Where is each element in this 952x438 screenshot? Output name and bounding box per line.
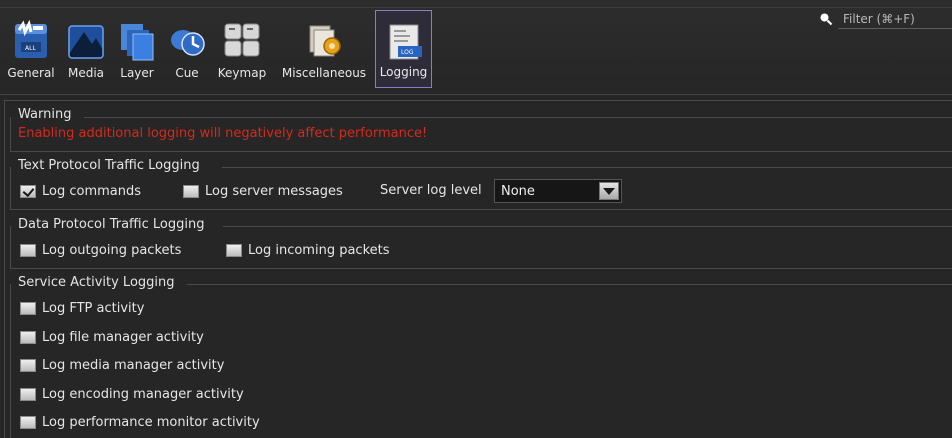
tab-logging-label: Logging bbox=[379, 65, 428, 79]
log-server-messages-checkbox[interactable]: Log server messages bbox=[183, 184, 343, 199]
tab-media[interactable]: Media bbox=[62, 10, 110, 88]
warning-divider bbox=[84, 117, 952, 118]
tab-cue[interactable]: Cue bbox=[164, 10, 210, 88]
log-incoming-packets-label: Log incoming packets bbox=[248, 243, 390, 258]
keymap-icon bbox=[224, 23, 260, 57]
log-commands-checkbox[interactable]: Log commands bbox=[20, 184, 141, 199]
text-protocol-border-left bbox=[10, 167, 11, 209]
chevron-down-icon[interactable] bbox=[599, 182, 619, 200]
filter-input[interactable] bbox=[838, 10, 952, 29]
log-file-manager-activity-checkbox[interactable]: Log file manager activity bbox=[20, 330, 204, 345]
log-performance-monitor-activity-label: Log performance monitor activity bbox=[42, 415, 260, 430]
text-protocol-title: Text Protocol Traffic Logging bbox=[18, 158, 200, 173]
data-protocol-border-left bbox=[10, 226, 11, 268]
log-outgoing-packets-check-icon[interactable] bbox=[20, 244, 36, 257]
svg-text:ALL: ALL bbox=[25, 45, 36, 52]
server-log-level-select[interactable]: None bbox=[494, 179, 622, 203]
tab-media-label: Media bbox=[67, 66, 105, 80]
text-protocol-divider bbox=[222, 167, 952, 168]
data-protocol-divider bbox=[223, 226, 952, 227]
miscellaneous-icon bbox=[309, 25, 341, 57]
log-ftp-activity-label: Log FTP activity bbox=[42, 301, 145, 316]
warning-border-left bbox=[10, 117, 11, 151]
preferences-toolbar: ALL General Media Layer Cue Keymap Misce… bbox=[0, 0, 952, 94]
cue-icon bbox=[171, 30, 205, 56]
layer-icon bbox=[121, 24, 154, 61]
log-server-messages-check-icon[interactable] bbox=[183, 185, 199, 198]
toolbar-top-divider bbox=[0, 7, 952, 8]
service-activity-top-border bbox=[10, 268, 952, 269]
log-commands-label: Log commands bbox=[42, 184, 142, 199]
tab-layer-label: Layer bbox=[120, 66, 154, 80]
svg-text:LOG: LOG bbox=[401, 49, 414, 56]
server-log-level-label: Server log level bbox=[380, 183, 482, 198]
log-performance-monitor-activity-check-icon[interactable] bbox=[20, 416, 36, 429]
log-performance-monitor-activity-checkbox[interactable]: Log performance monitor activity bbox=[20, 415, 260, 430]
tab-general-label: General bbox=[7, 66, 55, 80]
log-incoming-packets-checkbox[interactable]: Log incoming packets bbox=[226, 243, 390, 258]
tab-layer[interactable]: Layer bbox=[114, 10, 160, 88]
log-encoding-manager-activity-check-icon[interactable] bbox=[20, 388, 36, 401]
log-outgoing-packets-checkbox[interactable]: Log outgoing packets bbox=[20, 243, 181, 258]
log-file-manager-activity-label: Log file manager activity bbox=[42, 330, 204, 345]
log-outgoing-packets-label: Log outgoing packets bbox=[42, 243, 182, 258]
tab-logging[interactable]: LOG Logging bbox=[375, 10, 432, 88]
data-protocol-title: Data Protocol Traffic Logging bbox=[18, 217, 205, 232]
log-ftp-activity-checkbox[interactable]: Log FTP activity bbox=[20, 301, 144, 316]
tab-keymap-label: Keymap bbox=[217, 66, 267, 80]
tab-general[interactable]: ALL General bbox=[4, 10, 58, 88]
data-protocol-top-border bbox=[10, 209, 952, 210]
log-ftp-activity-check-icon[interactable] bbox=[20, 302, 36, 315]
toolbar-divider bbox=[0, 94, 952, 95]
log-commands-check-icon[interactable] bbox=[20, 185, 36, 198]
log-encoding-manager-activity-label: Log encoding manager activity bbox=[42, 387, 244, 402]
service-activity-divider bbox=[187, 284, 952, 285]
log-media-manager-activity-checkbox[interactable]: Log media manager activity bbox=[20, 358, 224, 373]
text-protocol-top-border bbox=[10, 151, 952, 152]
tab-keymap[interactable]: Keymap bbox=[214, 10, 270, 88]
logging-icon: LOG bbox=[389, 24, 422, 60]
service-activity-border-left bbox=[10, 284, 11, 438]
log-media-manager-activity-label: Log media manager activity bbox=[42, 358, 225, 373]
search-icon bbox=[820, 13, 833, 26]
tab-miscellaneous-label: Miscellaneous bbox=[281, 66, 367, 80]
server-log-level-value: None bbox=[501, 183, 535, 199]
log-incoming-packets-check-icon[interactable] bbox=[226, 244, 242, 257]
log-server-messages-label: Log server messages bbox=[205, 184, 343, 199]
general-icon: ALL bbox=[15, 20, 47, 58]
log-file-manager-activity-check-icon[interactable] bbox=[20, 331, 36, 344]
tab-miscellaneous[interactable]: Miscellaneous bbox=[276, 10, 372, 88]
media-icon bbox=[68, 25, 104, 59]
warning-title: Warning bbox=[18, 107, 72, 122]
tab-cue-label: Cue bbox=[175, 66, 199, 80]
log-media-manager-activity-check-icon[interactable] bbox=[20, 359, 36, 372]
log-encoding-manager-activity-checkbox[interactable]: Log encoding manager activity bbox=[20, 387, 244, 402]
service-activity-title: Service Activity Logging bbox=[18, 275, 175, 290]
warning-message: Enabling additional logging will negativ… bbox=[18, 126, 428, 141]
